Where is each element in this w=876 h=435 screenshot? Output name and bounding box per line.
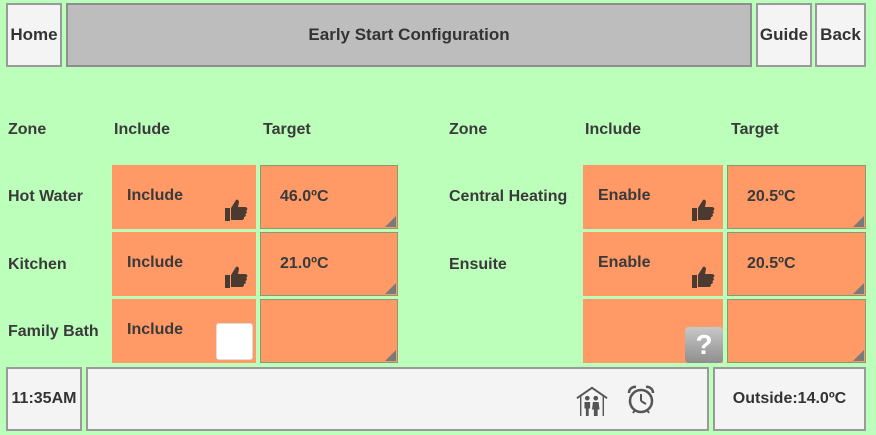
column-header-include-right: Include bbox=[585, 121, 642, 138]
column-header-target-right: Target bbox=[731, 121, 779, 138]
column-header-target: Target bbox=[263, 121, 311, 138]
include-toggle-empty[interactable]: ? bbox=[583, 299, 723, 363]
status-bar bbox=[86, 367, 709, 431]
corner-marker bbox=[853, 216, 864, 227]
column-header-zone-right: Zone bbox=[449, 121, 488, 138]
corner-marker bbox=[385, 216, 396, 227]
include-toggle-kitchen[interactable]: Include bbox=[112, 232, 256, 296]
question-mark-icon: ? bbox=[685, 327, 723, 363]
guide-button[interactable]: Guide bbox=[756, 3, 812, 67]
include-label: Include bbox=[127, 254, 184, 271]
zone-label-kitchen: Kitchen bbox=[8, 256, 67, 273]
include-label: Include bbox=[127, 187, 184, 204]
target-value: 20.5ºC bbox=[747, 188, 796, 205]
corner-marker bbox=[385, 350, 396, 361]
zone-label-ensuite: Ensuite bbox=[449, 256, 507, 273]
target-field-empty[interactable] bbox=[727, 299, 866, 363]
thumbs-up-icon bbox=[225, 266, 248, 288]
include-toggle-central-heating[interactable]: Enable bbox=[583, 165, 723, 229]
clock-button[interactable]: 11:35AM bbox=[6, 367, 82, 431]
zone-label-hot-water: Hot Water bbox=[8, 188, 83, 205]
target-value: 20.5ºC bbox=[747, 255, 796, 272]
target-field-hot-water[interactable]: 46.0ºC bbox=[260, 165, 398, 229]
target-field-kitchen[interactable]: 21.0ºC bbox=[260, 232, 398, 296]
zone-label-central-heating: Central Heating bbox=[449, 188, 568, 205]
target-field-central-heating[interactable]: 20.5ºC bbox=[727, 165, 866, 229]
column-header-zone: Zone bbox=[8, 121, 47, 138]
home-button[interactable]: Home bbox=[6, 3, 62, 67]
empty-checkbox-icon bbox=[216, 323, 253, 360]
include-label: Enable bbox=[598, 187, 651, 204]
thumbs-up-icon bbox=[692, 266, 715, 288]
include-label: Enable bbox=[598, 254, 651, 271]
thumbs-up-icon bbox=[225, 199, 248, 221]
thumbs-up-icon bbox=[692, 199, 715, 221]
include-toggle-hot-water[interactable]: Include bbox=[112, 165, 256, 229]
target-value: 21.0ºC bbox=[280, 255, 329, 272]
include-toggle-family-bath[interactable]: Include bbox=[112, 299, 256, 363]
include-toggle-ensuite[interactable]: Enable bbox=[583, 232, 723, 296]
back-button[interactable]: Back bbox=[815, 3, 866, 67]
corner-marker bbox=[853, 283, 864, 294]
target-field-family-bath[interactable] bbox=[260, 299, 398, 363]
column-header-include: Include bbox=[114, 121, 171, 138]
alarm-clock-icon[interactable] bbox=[625, 384, 657, 416]
corner-marker bbox=[853, 350, 864, 361]
page-title: Early Start Configuration bbox=[66, 3, 752, 67]
outside-temperature[interactable]: Outside:14.0ºC bbox=[713, 367, 866, 431]
include-label: Include bbox=[127, 321, 184, 338]
corner-marker bbox=[385, 283, 396, 294]
target-field-ensuite[interactable]: 20.5ºC bbox=[727, 232, 866, 296]
target-value: 46.0ºC bbox=[280, 188, 329, 205]
home-occupied-icon[interactable] bbox=[575, 385, 609, 417]
zone-label-family-bath: Family Bath bbox=[8, 323, 99, 340]
